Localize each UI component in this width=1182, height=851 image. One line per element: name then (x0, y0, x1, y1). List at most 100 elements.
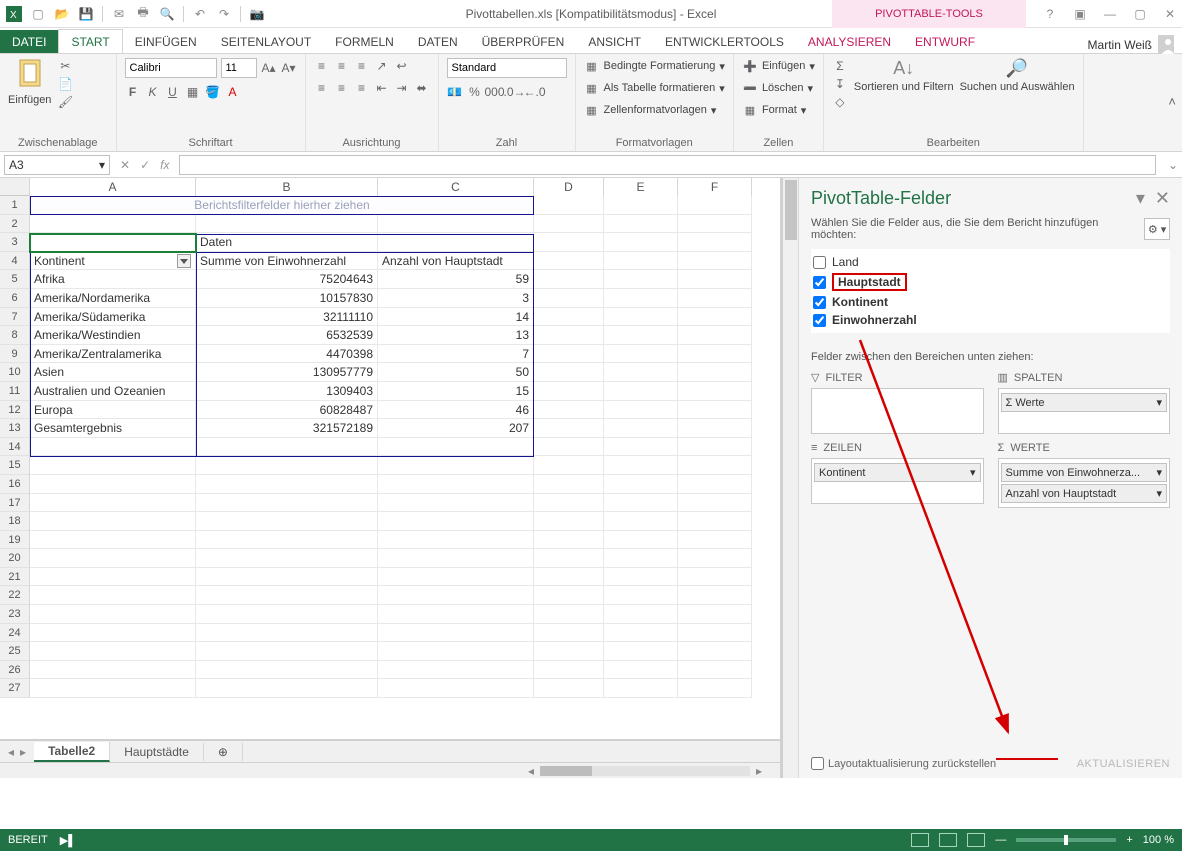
save-icon[interactable]: 💾 (78, 6, 94, 22)
col-header-e[interactable]: E (604, 178, 678, 196)
cell-C17[interactable] (378, 494, 534, 513)
cell-A27[interactable] (30, 679, 196, 698)
cell-B26[interactable] (196, 661, 378, 680)
name-box[interactable]: A3▾ (4, 155, 110, 175)
row-header-14[interactable]: 14 (0, 438, 30, 457)
as-table-btn[interactable]: ▦Als Tabelle formatieren ▾ (584, 80, 725, 96)
zoom-out-icon[interactable]: — (995, 834, 1006, 846)
cell-D19[interactable] (534, 531, 604, 550)
cell-B4[interactable]: Summe von Einwohnerzahl (196, 252, 378, 271)
cell-A19[interactable] (30, 531, 196, 550)
cell-F6[interactable] (678, 289, 752, 308)
cell-A3[interactable] (30, 233, 196, 252)
view-page-break-icon[interactable] (967, 833, 985, 847)
cell-D12[interactable] (534, 401, 604, 420)
cell-D8[interactable] (534, 326, 604, 345)
cell-F24[interactable] (678, 624, 752, 643)
number-format-select[interactable] (447, 58, 567, 78)
cell-E27[interactable] (604, 679, 678, 698)
cell-E3[interactable] (604, 233, 678, 252)
cell-A20[interactable] (30, 549, 196, 568)
cell-C18[interactable] (378, 512, 534, 531)
cell-A12[interactable]: Europa (30, 401, 196, 420)
col-header-f[interactable]: F (678, 178, 752, 196)
cancel-formula-icon[interactable]: ✕ (120, 158, 130, 172)
cell-F10[interactable] (678, 363, 752, 382)
align-top-icon[interactable]: ≡ (314, 58, 330, 74)
new-icon[interactable]: ▢ (30, 6, 46, 22)
field-einwohner[interactable]: Einwohnerzahl (832, 313, 917, 327)
cell-C2[interactable] (378, 215, 534, 234)
cell-E24[interactable] (604, 624, 678, 643)
cell-E19[interactable] (604, 531, 678, 550)
cell-C5[interactable]: 59 (378, 270, 534, 289)
cell-A8[interactable]: Amerika/Westindien (30, 326, 196, 345)
col-header-a[interactable]: A (30, 178, 196, 196)
increase-font-icon[interactable]: A▴ (261, 60, 277, 76)
horizontal-scrollbar[interactable]: ◂ ▸ (0, 762, 780, 778)
cell-B11[interactable]: 1309403 (196, 382, 378, 401)
row-header-21[interactable]: 21 (0, 568, 30, 587)
field-check-kontinent[interactable] (813, 296, 826, 309)
restore-icon[interactable]: ▢ (1132, 6, 1148, 22)
cell-A24[interactable] (30, 624, 196, 643)
worksheet-grid[interactable]: ABCDEF 123Daten4KontinentSumme von Einwo… (0, 178, 782, 778)
cell-F3[interactable] (678, 233, 752, 252)
row-header-20[interactable]: 20 (0, 549, 30, 568)
cell-E10[interactable] (604, 363, 678, 382)
cell-D11[interactable] (534, 382, 604, 401)
cell-F11[interactable] (678, 382, 752, 401)
drop-values[interactable]: Summe von Einwohnerza...▾ Anzahl von Hau… (998, 458, 1171, 508)
preview-icon[interactable]: 🔍 (159, 6, 175, 22)
cell-B27[interactable] (196, 679, 378, 698)
underline-icon[interactable]: U (165, 84, 181, 100)
dec-decimal-icon[interactable]: ←.0 (527, 84, 543, 100)
cell-F12[interactable] (678, 401, 752, 420)
tab-insert[interactable]: EINFÜGEN (123, 30, 209, 53)
cell-A21[interactable] (30, 568, 196, 587)
row-header-16[interactable]: 16 (0, 475, 30, 494)
tab-review[interactable]: ÜBERPRÜFEN (470, 30, 577, 53)
cell-F16[interactable] (678, 475, 752, 494)
cell-D3[interactable] (534, 233, 604, 252)
cell-C23[interactable] (378, 605, 534, 624)
macro-record-icon[interactable]: ▶▌ (60, 834, 76, 847)
cell-D6[interactable] (534, 289, 604, 308)
cell-E11[interactable] (604, 382, 678, 401)
cell-F26[interactable] (678, 661, 752, 680)
cell-B13[interactable]: 321572189 (196, 419, 378, 438)
row-header-15[interactable]: 15 (0, 456, 30, 475)
tab-design[interactable]: ENTWURF (903, 30, 987, 53)
font-color-icon[interactable]: A (225, 84, 241, 100)
cell-A2[interactable] (30, 215, 196, 234)
row-header-2[interactable]: 2 (0, 215, 30, 234)
cell-E22[interactable] (604, 586, 678, 605)
cell-B1[interactable] (196, 196, 378, 215)
cell-C13[interactable]: 207 (378, 419, 534, 438)
cell-F8[interactable] (678, 326, 752, 345)
cell-C19[interactable] (378, 531, 534, 550)
autosum-icon[interactable]: Σ (832, 58, 848, 74)
fill-icon[interactable]: ↧ (832, 76, 848, 92)
cell-E12[interactable] (604, 401, 678, 420)
row-header-1[interactable]: 1 (0, 196, 30, 215)
cell-styles-btn[interactable]: ▦Zellenformatvorlagen ▾ (584, 102, 725, 118)
font-size-input[interactable] (221, 58, 257, 78)
cell-D14[interactable] (534, 438, 604, 457)
cell-A25[interactable] (30, 642, 196, 661)
zoom-in-icon[interactable]: + (1126, 834, 1132, 846)
cell-C4[interactable]: Anzahl von Hauptstadt (378, 252, 534, 271)
cell-B24[interactable] (196, 624, 378, 643)
view-page-layout-icon[interactable] (939, 833, 957, 847)
row-header-23[interactable]: 23 (0, 605, 30, 624)
cell-B10[interactable]: 130957779 (196, 363, 378, 382)
cell-F18[interactable] (678, 512, 752, 531)
tab-file[interactable]: DATEI (0, 30, 58, 53)
inc-decimal-icon[interactable]: .0→ (507, 84, 523, 100)
email-icon[interactable]: ✉ (111, 6, 127, 22)
decrease-font-icon[interactable]: A▾ (281, 60, 297, 76)
cell-E17[interactable] (604, 494, 678, 513)
cell-D7[interactable] (534, 308, 604, 327)
cell-E16[interactable] (604, 475, 678, 494)
row-header-4[interactable]: 4 (0, 252, 30, 271)
